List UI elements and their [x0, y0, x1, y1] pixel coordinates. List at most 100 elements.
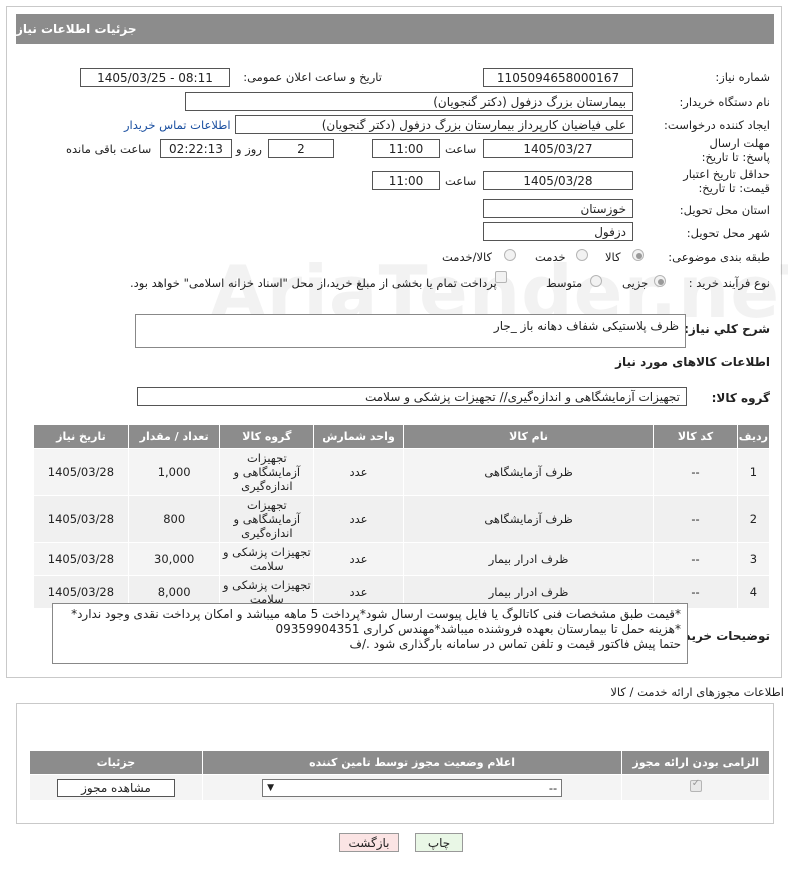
goods-info-title: اطلاعات کالاهای مورد نیاز	[615, 355, 770, 369]
category-service-label: خدمت	[535, 250, 566, 264]
cell-permit-details: مشاهده مجوز	[29, 774, 203, 801]
cell-row-number: 3	[736, 542, 771, 576]
view-permit-button[interactable]: مشاهده مجوز	[56, 778, 175, 797]
cell-goods-name: ظرف آزمایشگاهی	[402, 495, 655, 543]
col-row-number: ردیف	[736, 424, 771, 449]
col-permit-details: جزئیات	[29, 750, 203, 775]
table-row: ✓ -- ▼ مشاهده مجوز	[29, 774, 770, 801]
process-partial-label: جزیی	[622, 276, 649, 290]
col-permit-status: اعلام وضعیت مجوز توسط تامین کننده	[201, 750, 623, 775]
cell-goods-name: ظرف آزمایشگاهی	[402, 448, 655, 496]
reply-deadline-label: مهلت ارسال پاسخ: تا تاریخ:	[701, 136, 770, 164]
process-partial-radio[interactable]	[654, 275, 666, 287]
cell-quantity: 800	[127, 495, 221, 543]
category-service-radio[interactable]	[576, 249, 588, 261]
price-validity-label: حداقل تاریخ اعتبار قیمت: تا تاریخ:	[683, 167, 770, 195]
validity-time-label: ساعت	[445, 174, 477, 188]
permit-status-select[interactable]: -- ▼	[262, 778, 563, 797]
col-quantity: تعداد / مقدار	[127, 424, 221, 449]
general-description-field: ظرف پلاستیکی شفاف دهانه باز _جار	[135, 314, 686, 348]
day-and-label: روز و	[236, 142, 262, 156]
cell-row-number: 2	[736, 495, 771, 543]
category-goods-service-radio[interactable]	[504, 249, 516, 261]
buyer-notes-line: *هزینه حمل تا بیمارستان بعهده فروشنده می…	[275, 622, 682, 636]
cell-need-date: 1405/03/28	[33, 542, 129, 576]
permit-required-checkbox[interactable]: ✓	[689, 778, 702, 792]
cell-unit: عدد	[313, 542, 404, 576]
cell-goods-group: تجهیزات پزشکی و سلامت	[219, 542, 315, 576]
page-header: جزئیات اطلاعات نیاز	[16, 14, 774, 44]
col-goods-group: گروه کالا	[219, 424, 315, 449]
table-row: 3 -- ظرف ادرار بیمار عدد تجهیزات پزشکی و…	[33, 542, 771, 576]
cell-quantity: 30,000	[127, 542, 221, 576]
announce-datetime-label: تاریخ و ساعت اعلان عمومی:	[243, 70, 382, 84]
general-description-label: شرح کلي نياز:	[684, 322, 770, 336]
buyer-notes-line: *قیمت طبق مشخصات فنی کاتالوگ یا فایل پیو…	[71, 607, 681, 621]
col-goods-code: کد کالا	[653, 424, 738, 449]
permit-status-value: --	[548, 780, 558, 795]
remaining-label: ساعت باقی مانده	[66, 142, 152, 156]
cell-need-date: 1405/03/28	[33, 448, 129, 496]
check-icon: ✓	[691, 778, 701, 789]
table-row: 1 -- ظرف آزمایشگاهی عدد تجهیزات آزمایشگا…	[33, 448, 771, 496]
chevron-down-icon: ▼	[267, 782, 275, 793]
page-title: جزئیات اطلاعات نیاز	[16, 22, 137, 36]
cell-row-number: 4	[736, 575, 771, 609]
goods-group-field: تجهیزات آزمایشگاهی و اندازه‌گیری// تجهیز…	[137, 387, 687, 406]
need-number-label: شماره نیاز:	[715, 70, 770, 84]
reply-days-field: 2	[268, 139, 334, 158]
requester-field: علی فیاضیان کارپرداز بیمارستان بزرگ دزفو…	[235, 115, 633, 134]
cell-permit-status: -- ▼	[201, 774, 623, 801]
col-permit-required: الزامی بودن ارائه مجوز	[621, 750, 770, 775]
table-row: 2 -- ظرف آزمایشگاهی عدد تجهیزات آزمایشگا…	[33, 495, 771, 543]
announce-datetime-field: 1405/03/25 - 08:11	[80, 68, 230, 87]
cell-goods-code: --	[653, 542, 738, 576]
reply-time-label: ساعت	[445, 142, 477, 156]
category-label: طبقه بندی موضوعی:	[668, 250, 770, 264]
goods-table-wrapper: ردیف کد کالا نام کالا واحد شمارش گروه کا…	[33, 424, 771, 609]
process-medium-radio[interactable]	[590, 275, 602, 287]
buyer-org-label: نام دستگاه خریدار:	[679, 95, 770, 109]
province-label: استان محل تحویل:	[679, 203, 770, 217]
goods-table: ردیف کد کالا نام کالا واحد شمارش گروه کا…	[33, 424, 771, 609]
permits-table-wrapper: الزامی بودن ارائه مجوز اعلام وضعیت مجوز …	[29, 750, 770, 801]
need-number-field: 1105094658000167	[483, 68, 633, 87]
reply-date-field: 1405/03/27	[483, 139, 633, 158]
remaining-time-field: 02:22:13	[160, 139, 232, 158]
buyer-notes-line: حتما پیش فاکتور قیمت و تلفن تماس در ساما…	[349, 637, 681, 651]
category-goods-service-label: کالا/خدمت	[442, 250, 493, 264]
treasury-payment-label: پرداخت تمام یا بخشی از مبلغ خرید،از محل …	[130, 276, 497, 290]
reply-time-field: 11:00	[372, 139, 440, 158]
print-button[interactable]: چاپ	[415, 833, 463, 852]
cell-goods-name: ظرف ادرار بیمار	[402, 542, 655, 576]
process-type-label: نوع فرآیند خرید :	[688, 276, 770, 290]
goods-group-label: گروه کالا:	[711, 391, 770, 405]
cell-goods-code: --	[653, 495, 738, 543]
category-goods-label: کالا	[605, 250, 621, 264]
col-goods-name: نام کالا	[402, 424, 655, 449]
permits-title: اطلاعات مجوزهای ارائه خدمت / کالا	[610, 685, 784, 699]
cell-unit: عدد	[313, 448, 404, 496]
back-button[interactable]: بازگشت	[339, 833, 399, 852]
col-need-date: تاریخ نیاز	[33, 424, 129, 449]
city-label: شهر محل تحویل:	[686, 226, 770, 240]
city-field: دزفول	[483, 222, 633, 241]
process-medium-label: متوسط	[546, 276, 583, 290]
cell-goods-group: تجهیزات آزمایشگاهی و اندازه‌گیری	[219, 495, 315, 543]
validity-date-field: 1405/03/28	[483, 171, 633, 190]
permits-table: الزامی بودن ارائه مجوز اعلام وضعیت مجوز …	[29, 750, 770, 801]
buyer-notes-field: *قیمت طبق مشخصات فنی کاتالوگ یا فایل پیو…	[52, 603, 688, 664]
category-goods-radio[interactable]	[632, 249, 644, 261]
cell-permit-required: ✓	[621, 774, 770, 801]
cell-row-number: 1	[736, 448, 771, 496]
cell-goods-code: --	[653, 448, 738, 496]
cell-unit: عدد	[313, 495, 404, 543]
cell-goods-group: تجهیزات آزمایشگاهی و اندازه‌گیری	[219, 448, 315, 496]
buyer-contact-link[interactable]: اطلاعات تماس خریدار	[124, 118, 231, 132]
buyer-org-field: بیمارستان بزرگ دزفول (دکتر گنجویان)	[185, 92, 633, 111]
cell-need-date: 1405/03/28	[33, 495, 129, 543]
col-unit: واحد شمارش	[313, 424, 404, 449]
province-field: خوزستان	[483, 199, 633, 218]
validity-time-field: 11:00	[372, 171, 440, 190]
requester-label: ایجاد کننده درخواست:	[664, 118, 770, 132]
